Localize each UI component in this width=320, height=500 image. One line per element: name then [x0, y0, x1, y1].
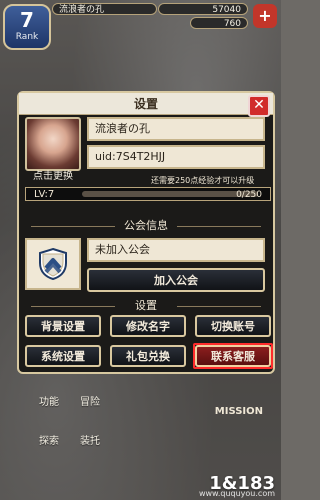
mission-label[interactable]: MISSION: [215, 406, 263, 417]
avatar[interactable]: [25, 117, 81, 171]
bottom-label-explore[interactable]: 探索: [39, 432, 59, 447]
close-button[interactable]: ✕: [248, 95, 270, 117]
level-progress-text: 0/250: [236, 190, 262, 200]
guild-section: 未加入公会 加入公会: [25, 238, 271, 300]
add-currency-button[interactable]: +: [253, 4, 277, 28]
level-label: LV:7: [34, 189, 55, 200]
rank-number: 7: [20, 8, 34, 32]
join-guild-button[interactable]: 加入公会: [87, 268, 265, 292]
guild-crest-icon: [25, 238, 81, 290]
guild-status-field: 未加入公会: [87, 238, 265, 262]
change-avatar-label[interactable]: 点击更换: [25, 171, 81, 183]
coin-counter: 57040: [158, 3, 248, 15]
bottom-label-equipment[interactable]: 装托: [80, 432, 100, 447]
modal-header: 设置: [19, 93, 273, 115]
system-settings-button[interactable]: 系统设置: [25, 345, 101, 367]
guild-section-title: 公会信息: [19, 219, 273, 233]
level-row: 还需要250点经验才可以升级 LV:7 0/250: [25, 176, 271, 201]
site-watermark-sub: www.ququyou.com: [198, 489, 275, 498]
rename-button[interactable]: 修改名字: [110, 315, 186, 337]
settings-section-title: 设置: [19, 299, 273, 313]
level-progress-track: [82, 191, 258, 197]
uid-field: uid:7S4T2HJJ: [87, 145, 265, 169]
background-settings-button[interactable]: 背景设置: [25, 315, 101, 337]
rank-label: Rank: [15, 32, 39, 42]
level-bar: LV:7 0/250: [25, 187, 271, 201]
switch-account-button[interactable]: 切换账号: [195, 315, 271, 337]
gift-code-button[interactable]: 礼包兑换: [110, 345, 186, 367]
bottom-label-adventure[interactable]: 冒险: [80, 393, 100, 408]
shield-icon: [39, 247, 67, 281]
profile-section: 点击更换 流浪者の孔 uid:7S4T2HJJ: [25, 117, 271, 183]
contact-support-button[interactable]: 联系客服: [195, 345, 271, 367]
bottom-label-function[interactable]: 功能: [39, 393, 59, 408]
player-name-field: 流浪者の孔: [87, 117, 265, 141]
gem-counter: 760: [190, 17, 248, 29]
settings-grid: 背景设置 修改名字 切换账号 系统设置 礼包兑换 联系客服: [25, 315, 273, 369]
modal-title: 设置: [133, 97, 158, 111]
settings-modal: 设置 ✕ 点击更换 流浪者の孔 uid:7S4T2HJJ 还需要250点经验才可…: [17, 91, 275, 374]
player-name-bar: 流浪者の孔: [52, 3, 157, 15]
level-note: 还需要250点经验才可以升级: [151, 176, 255, 185]
rank-badge: 7 Rank: [3, 4, 51, 50]
